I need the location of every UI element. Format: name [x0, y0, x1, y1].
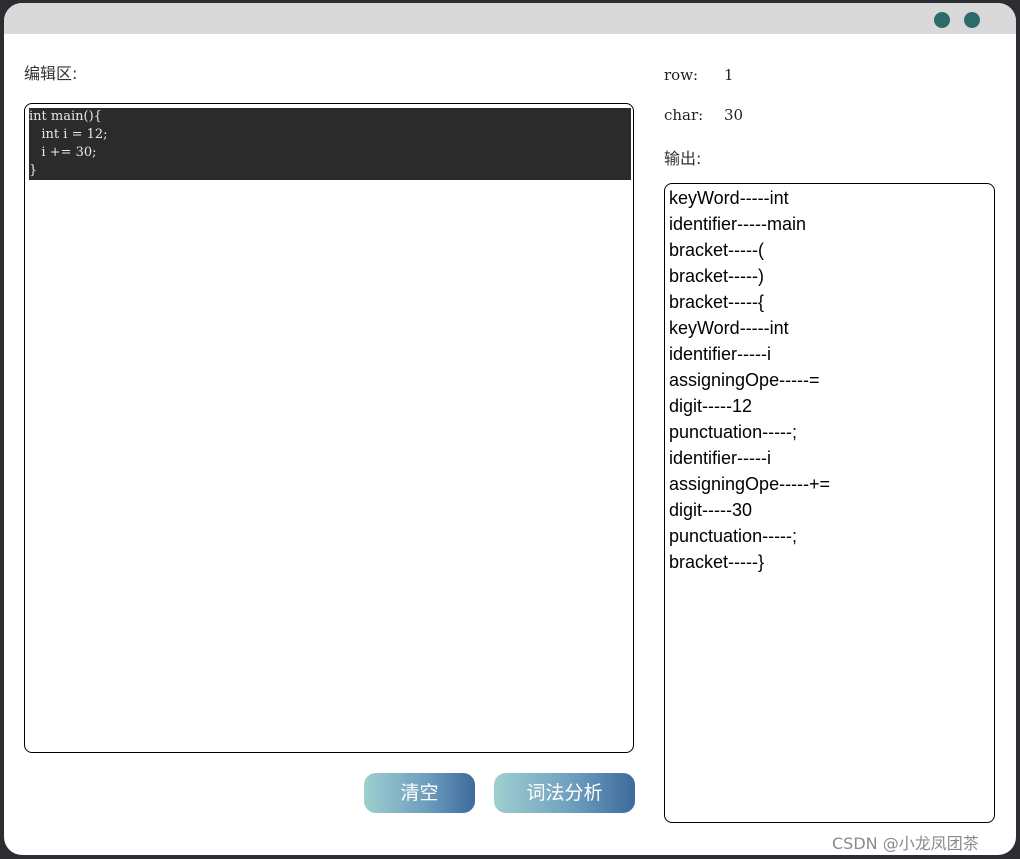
- clear-button[interactable]: 清空: [364, 773, 475, 813]
- char-indicator: char: 30: [664, 106, 743, 124]
- window-dot-icon[interactable]: [934, 12, 950, 28]
- token-line: identifier-----i: [669, 448, 772, 468]
- code-line[interactable]: int i = 12;: [29, 126, 107, 144]
- char-label: char:: [664, 106, 704, 124]
- row-indicator: row: 1: [664, 66, 734, 84]
- output-panel[interactable]: keyWord-----int identifier-----main brac…: [664, 183, 995, 823]
- token-line: assigningOpe-----=: [669, 370, 820, 390]
- token-line: keyWord-----int: [669, 318, 789, 338]
- code-selection[interactable]: int main(){ int i = 12; i += 30; }: [29, 108, 631, 180]
- token-line: bracket-----}: [669, 552, 765, 572]
- code-line[interactable]: i += 30;: [29, 144, 96, 162]
- token-line: identifier-----main: [669, 214, 807, 234]
- token-line: punctuation-----;: [669, 526, 798, 546]
- token-line: identifier-----i: [669, 344, 772, 364]
- output-label: 输出:: [664, 149, 702, 168]
- token-line: assigningOpe-----+=: [669, 474, 831, 494]
- row-value: 1: [724, 66, 734, 84]
- title-bar[interactable]: [4, 3, 1016, 34]
- code-line[interactable]: int main(){: [29, 108, 102, 126]
- token-line: bracket-----{: [669, 292, 765, 312]
- row-label: row:: [664, 66, 699, 84]
- token-line: punctuation-----;: [669, 422, 798, 442]
- window-dot-icon[interactable]: [964, 12, 980, 28]
- token-line: keyWord-----int: [669, 188, 789, 208]
- watermark: CSDN @小龙凤团茶: [832, 834, 979, 853]
- lexical-analysis-button[interactable]: 词法分析: [494, 773, 635, 813]
- token-line: bracket-----): [669, 266, 764, 286]
- char-value: 30: [724, 106, 744, 124]
- token-line: digit-----30: [669, 500, 753, 520]
- token-line: digit-----12: [669, 396, 753, 416]
- code-editor[interactable]: int main(){ int i = 12; i += 30; }: [24, 103, 634, 753]
- editor-label: 编辑区:: [24, 64, 78, 83]
- analyzer-window: 编辑区: row: 1 char: 30 输出: int main(){ int i…: [4, 3, 1016, 855]
- code-line[interactable]: }: [29, 162, 37, 180]
- token-line: bracket-----(: [669, 240, 764, 260]
